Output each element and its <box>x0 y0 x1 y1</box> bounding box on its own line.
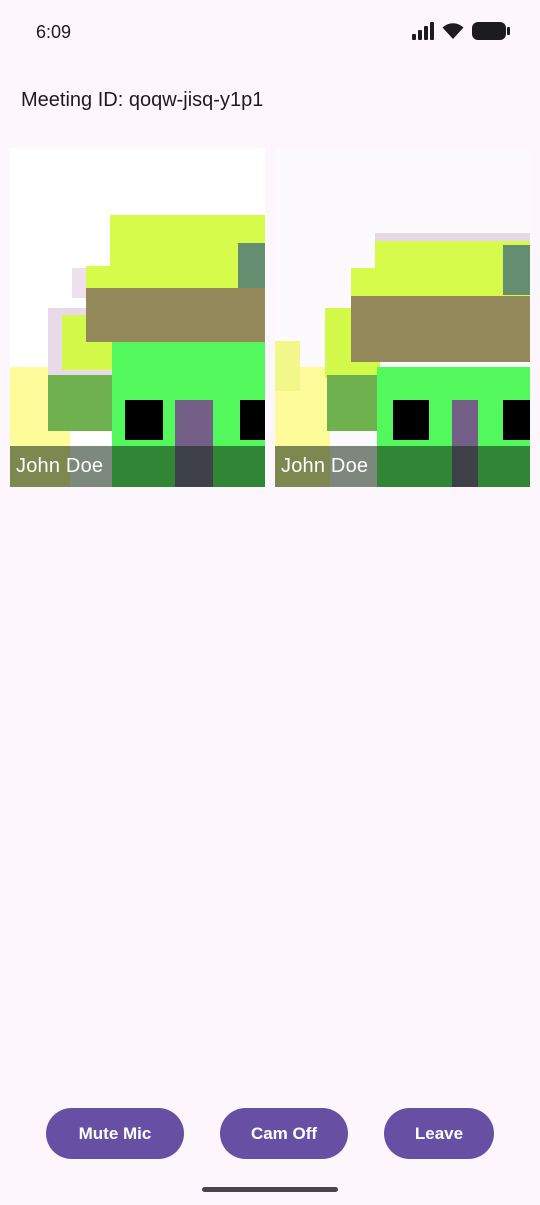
battery-icon <box>472 22 510 40</box>
signal-icon <box>412 22 434 40</box>
video-frame <box>10 148 265 487</box>
video-tile[interactable]: John Doe <box>275 148 530 487</box>
video-tile[interactable]: John Doe <box>10 148 265 487</box>
participant-name: John Doe <box>281 455 369 477</box>
status-icons <box>412 22 510 40</box>
video-frame <box>275 148 530 487</box>
home-indicator[interactable] <box>202 1187 338 1192</box>
status-time: 6:09 <box>36 22 72 42</box>
cam-off-button[interactable]: Cam Off <box>220 1108 348 1159</box>
participant-name: John Doe <box>16 455 104 477</box>
status-bar: 6:09 <box>0 0 540 66</box>
mute-mic-button[interactable]: Mute Mic <box>46 1108 184 1159</box>
meeting-id: Meeting ID: qoqw-jisq-y1p1 <box>21 89 264 111</box>
call-controls: Mute Mic Cam Off Leave <box>0 1108 540 1160</box>
wifi-icon <box>442 23 464 39</box>
leave-button[interactable]: Leave <box>384 1108 494 1159</box>
